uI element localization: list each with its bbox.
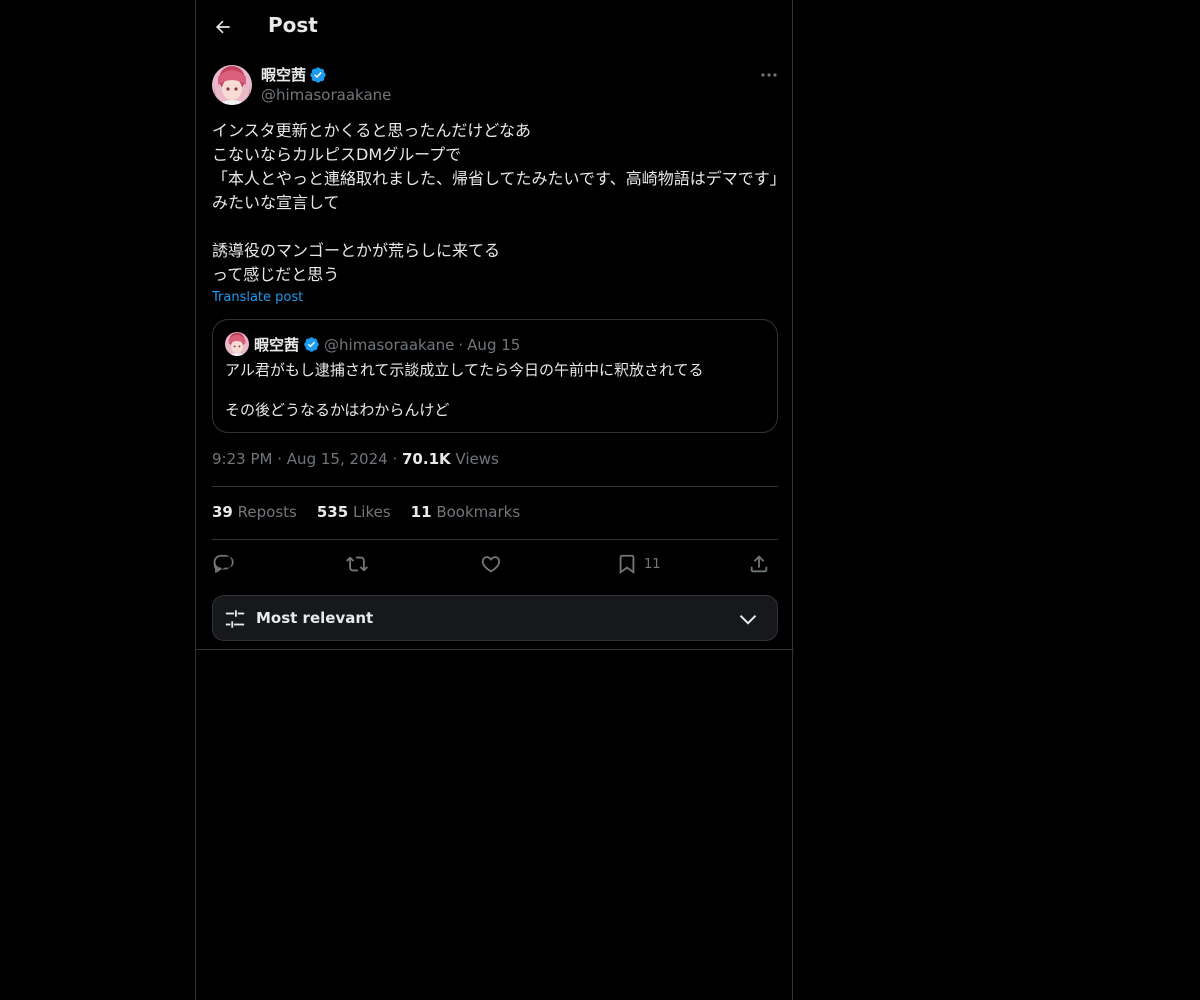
verified-badge-icon — [310, 66, 326, 83]
repost-button[interactable] — [346, 549, 368, 579]
reposts-label: Reposts — [237, 503, 297, 521]
author-handle[interactable]: @himasoraakane — [261, 86, 391, 104]
bookmark-icon — [619, 554, 635, 575]
time-separator: · — [277, 450, 283, 468]
share-icon — [750, 555, 768, 573]
post-detail: Post 暇空茜 @himasoraakane インスタ更新とかくると思ったんだ… — [196, 0, 794, 650]
quote-meta: 暇空茜 @himasoraakane · Aug 15 — [254, 334, 520, 355]
sliders-icon — [225, 610, 245, 628]
quote-line: アル君がもし逮捕されて示談成立してたら今日の午前中に釈放されてる — [225, 361, 704, 379]
action-bar: 11 — [212, 549, 778, 579]
sort-label: Most relevant — [256, 609, 374, 627]
engagement-stats: 39 Reposts 535 Likes 11 Bookmarks — [212, 503, 520, 521]
translate-post-link[interactable]: Translate post — [212, 290, 303, 305]
verified-badge-icon — [304, 337, 319, 352]
main-column: Post 暇空茜 @himasoraakane インスタ更新とかくると思ったんだ… — [195, 0, 794, 1000]
bookmarks-stat[interactable]: 11 Bookmarks — [411, 503, 520, 521]
divider — [212, 539, 778, 540]
arrow-left-icon — [215, 20, 230, 34]
reply-sort-dropdown[interactable]: Most relevant — [212, 595, 778, 641]
chevron-down-icon — [739, 614, 757, 625]
quote-author-name: 暇空茜 — [254, 336, 300, 354]
bookmarks-label: Bookmarks — [436, 503, 521, 521]
quote-line: その後どうなるかはわからんけど — [225, 401, 450, 419]
more-icon — [761, 73, 777, 77]
post-date[interactable]: Aug 15, 2024 — [287, 450, 388, 468]
more-options-button[interactable] — [756, 64, 782, 86]
reposts-stat[interactable]: 39 Reposts — [212, 503, 297, 521]
like-icon — [481, 556, 501, 573]
avatar-image — [212, 65, 252, 105]
share-button[interactable] — [748, 549, 770, 579]
back-button[interactable] — [206, 10, 240, 44]
likes-count: 535 — [316, 503, 349, 521]
bookmark-count: 11 — [644, 556, 661, 572]
page-title: Post — [268, 13, 318, 37]
author-name[interactable]: 暇空茜 — [261, 64, 327, 85]
quoted-post[interactable]: 暇空茜 @himasoraakane · Aug 15 アル君がもし逮捕されて示… — [212, 319, 778, 433]
avatar[interactable] — [212, 65, 252, 105]
time-separator: · — [392, 450, 398, 468]
quote-avatar — [225, 332, 249, 356]
post-timestamp: 9:23 PM · Aug 15, 2024 · 70.1K Views — [212, 450, 499, 468]
reply-icon — [213, 554, 234, 573]
repost-icon — [346, 556, 368, 572]
views-label: Views — [455, 450, 499, 468]
views-count: 70.1K — [402, 450, 451, 468]
likes-stat[interactable]: 535 Likes — [317, 503, 391, 521]
like-button[interactable] — [480, 549, 502, 579]
post-text: インスタ更新とかくると思ったんだけどなあ こないならカルピスDMグループで 「本… — [212, 121, 778, 284]
author-name-text: 暇空茜 — [261, 66, 307, 84]
reply-button[interactable] — [212, 549, 234, 579]
quote-separator: · — [458, 335, 464, 354]
header: Post — [196, 0, 794, 53]
divider — [212, 486, 778, 487]
quote-author-handle: @himasoraakane — [324, 335, 455, 354]
bookmarks-count: 11 — [410, 503, 432, 521]
quote-date: Aug 15 — [467, 335, 521, 354]
bookmark-button[interactable]: 11 — [616, 549, 661, 579]
reposts-count: 39 — [212, 503, 233, 521]
quote-text: アル君がもし逮捕されて示談成立してたら今日の午前中に釈放されてる その後どうなる… — [225, 360, 765, 420]
likes-label: Likes — [352, 503, 391, 521]
post-time[interactable]: 9:23 PM — [212, 450, 272, 468]
